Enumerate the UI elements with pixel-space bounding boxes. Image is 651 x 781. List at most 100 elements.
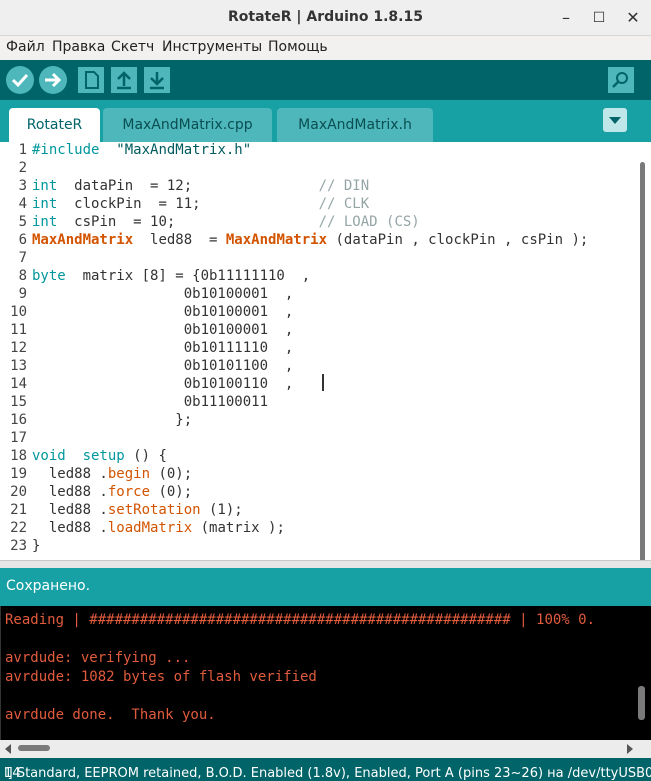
- splitter[interactable]: [0, 560, 651, 568]
- upload-icon[interactable]: [38, 65, 68, 95]
- menu-help[interactable]: Помощь: [268, 39, 328, 55]
- menu-edit[interactable]: Правка: [52, 39, 105, 55]
- code-text: (1);: [200, 502, 243, 518]
- code-line: 0b10100001 ,: [32, 304, 294, 320]
- line-number: 22: [10, 520, 27, 536]
- code-text: clockPin = 11;: [57, 196, 319, 212]
- console-scrollbar[interactable]: [638, 686, 645, 720]
- close-button[interactable]: ✕: [621, 6, 645, 30]
- code-type: int: [32, 178, 58, 194]
- line-number: 23: [10, 538, 27, 554]
- code-type: int: [32, 196, 58, 212]
- serial-monitor-icon[interactable]: [606, 65, 636, 95]
- code-text: led88 .: [32, 484, 108, 500]
- code-line: byte matrix [8] = {0b11111110 ,: [32, 268, 310, 284]
- console-line: avrdude: verifying ...: [5, 650, 191, 666]
- line-number: 7: [18, 250, 27, 266]
- tab-menu-chevron-down-icon[interactable]: [603, 108, 627, 132]
- line-number: 11: [10, 322, 27, 338]
- line-number: 14: [10, 376, 27, 392]
- minimize-button[interactable]: –: [554, 6, 578, 30]
- text-caret: [322, 374, 324, 391]
- line-number: 10: [10, 304, 27, 320]
- code-line: 0b10111110 ,: [32, 340, 294, 356]
- code-text: led88 .: [32, 520, 108, 536]
- line-number: 4: [18, 196, 27, 212]
- line-number: 21: [10, 502, 27, 518]
- code-text: led88 .: [32, 502, 108, 518]
- toolbar: [0, 60, 651, 100]
- code-line: MaxAndMatrix led88 = MaxAndMatrix (dataP…: [32, 232, 588, 248]
- menu-sketch[interactable]: Скетч: [111, 39, 154, 55]
- code-line: int csPin = 10; // LOAD (CS): [32, 214, 420, 230]
- code-text: (dataPin , clockPin , csPin );: [327, 232, 589, 248]
- line-number: 12: [10, 340, 27, 356]
- code-type: byte: [32, 268, 66, 284]
- code-line: int dataPin = 12; // DIN: [32, 178, 369, 194]
- code-line: 0b10100001 ,: [32, 286, 294, 302]
- line-number: 2: [18, 160, 27, 176]
- line-number: 5: [18, 214, 27, 230]
- console-line: avrdude: 1082 bytes of flash verified: [5, 669, 317, 685]
- tab-rotater[interactable]: RotateR: [9, 108, 100, 142]
- console-line: avrdude done. Thank you.: [5, 707, 216, 723]
- code-string: "MaxAndMatrix.h": [99, 142, 252, 158]
- console-horizontal-scrollbar[interactable]: [0, 740, 651, 758]
- line-number: 8: [18, 268, 27, 284]
- code-line: led88 .setRotation (1);: [32, 502, 243, 518]
- horizontal-scroll-thumb[interactable]: [18, 745, 50, 751]
- new-icon[interactable]: [76, 65, 106, 95]
- maximize-button[interactable]: ☐: [587, 6, 611, 30]
- code-line: int clockPin = 11; // CLK: [32, 196, 369, 212]
- code-line: 0b10100110 ,: [32, 376, 294, 392]
- line-number: 6: [18, 232, 27, 248]
- console-line: Reading | ##############################…: [5, 612, 596, 628]
- status-bar: Сохранено.: [0, 568, 651, 606]
- code-class: MaxAndMatrix: [32, 232, 134, 248]
- line-number: 17: [10, 430, 27, 446]
- line-number: 20: [10, 484, 27, 500]
- code-text: led88 .: [32, 466, 108, 482]
- code-method: force: [107, 484, 151, 500]
- scroll-left-icon[interactable]: [4, 744, 12, 754]
- code-text: (0);: [150, 484, 193, 500]
- tab-bar: RotateR MaxAndMatrix.cpp MaxAndMatrix.h: [0, 100, 651, 142]
- line-number: 16: [10, 412, 27, 428]
- scroll-right-icon[interactable]: [626, 744, 634, 754]
- code-directive: #include: [32, 142, 100, 158]
- code-editor[interactable]: 1 2 3 4 5 6 7 8 9 10 11 12 13 14 15 16 1…: [0, 142, 651, 562]
- code-method: setRotation: [107, 502, 201, 518]
- console-output[interactable]: Reading | ##############################…: [0, 606, 651, 740]
- code-line: };: [32, 412, 193, 428]
- code-line: 0b10101100 ,: [32, 358, 294, 374]
- board-info-footer: 14 l] Standard, EEPROM retained, B.O.D. …: [0, 758, 651, 781]
- line-number: 3: [18, 178, 27, 194]
- save-icon[interactable]: [142, 65, 172, 95]
- status-text: Сохранено.: [6, 578, 91, 594]
- menu-file[interactable]: Файл: [6, 39, 45, 55]
- tab-maxandmatrix-h[interactable]: MaxAndMatrix.h: [277, 108, 433, 142]
- verify-icon[interactable]: [5, 65, 35, 95]
- menu-bar: Файл Правка Скетч Инструменты Помощь: [0, 36, 651, 60]
- code-line: led88 .loadMatrix (matrix );: [32, 520, 285, 536]
- code-method: begin: [107, 466, 151, 482]
- code-comment: // CLK: [318, 196, 370, 212]
- arduino-ide-window: RotateR | Arduino 1.8.15 – ☐ ✕ Файл Прав…: [0, 0, 651, 781]
- code-line: }: [32, 538, 41, 554]
- board-description: l] Standard, EEPROM retained, B.O.D. Ena…: [4, 766, 651, 781]
- code-comment: // DIN: [318, 178, 370, 194]
- open-icon[interactable]: [109, 65, 139, 95]
- tab-maxandmatrix-cpp[interactable]: MaxAndMatrix.cpp: [103, 108, 272, 142]
- code-type: void: [32, 448, 66, 464]
- code-method: loadMatrix: [107, 520, 193, 536]
- code-comment: // LOAD (CS): [318, 214, 420, 230]
- code-line: 0b10100001 ,: [32, 322, 294, 338]
- editor-scrollbar[interactable]: [640, 162, 645, 562]
- menu-tools[interactable]: Инструменты: [162, 39, 262, 55]
- line-number: 13: [10, 358, 27, 374]
- code-line: #include "MaxAndMatrix.h": [32, 142, 251, 158]
- line-number: 9: [18, 286, 27, 302]
- code-text: (0);: [150, 466, 193, 482]
- code-line: 0b11100011: [32, 394, 269, 410]
- code-line: void setup () {: [32, 448, 167, 464]
